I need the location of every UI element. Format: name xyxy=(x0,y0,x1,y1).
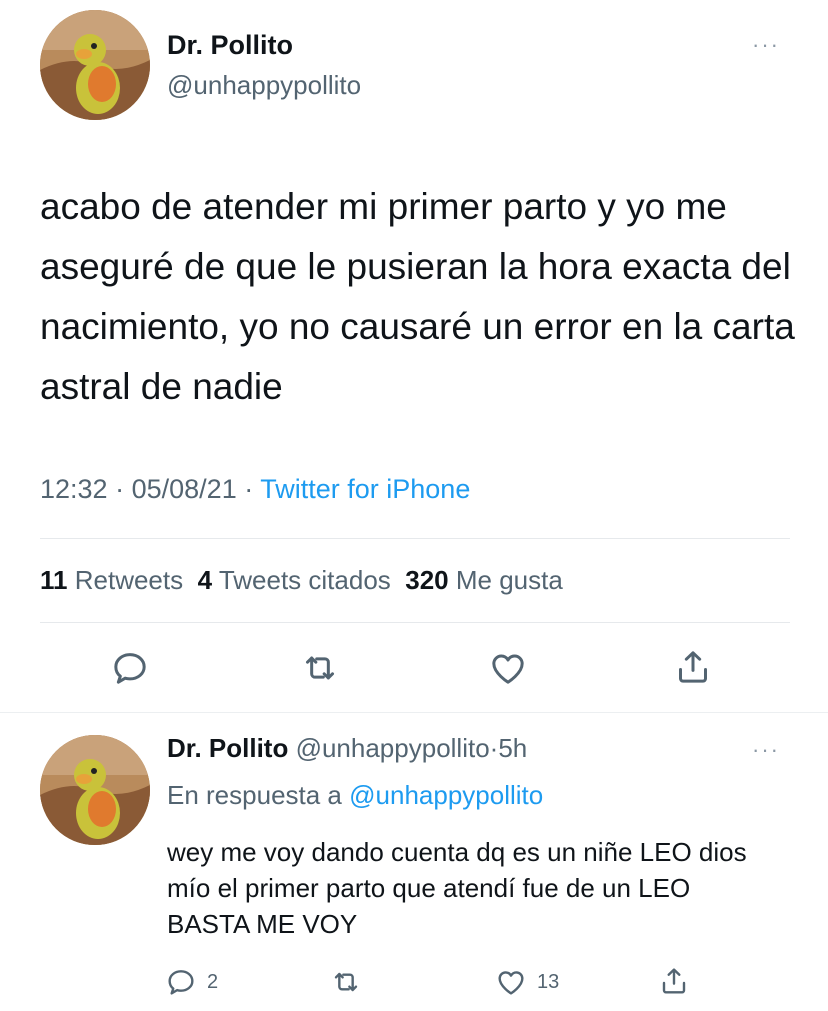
retweet-icon xyxy=(334,972,358,992)
replying-to-label: En respuesta a xyxy=(167,780,342,810)
reply-share-button[interactable] xyxy=(658,964,690,998)
retweets-count: 11 xyxy=(40,565,68,595)
reply-like-button[interactable]: 13 xyxy=(495,966,559,998)
divider xyxy=(40,622,790,623)
retweets-label: Retweets xyxy=(74,565,184,595)
reply-header: Dr. Pollito @unhappypollito·5h xyxy=(167,733,527,764)
quotes-count: 4 xyxy=(197,565,213,595)
likes-stat[interactable]: 320 Me gusta xyxy=(405,565,563,595)
quotes-label: Tweets citados xyxy=(218,565,391,595)
handle[interactable]: @unhappypollito xyxy=(167,70,361,101)
avatar-image xyxy=(40,10,150,120)
like-icon xyxy=(498,971,524,995)
tweet-stats: 11 Retweets 4 Tweets citados 320 Me gust… xyxy=(40,565,563,596)
retweet-icon xyxy=(306,656,334,680)
share-button[interactable] xyxy=(673,646,713,688)
retweets-stat[interactable]: 11 Retweets xyxy=(40,565,183,595)
tweet-meta: 12:32 · 05/08/21 · Twitter for iPhone xyxy=(40,474,470,505)
meta-separator: · xyxy=(244,474,254,504)
share-icon xyxy=(679,651,707,683)
share-icon xyxy=(662,968,686,994)
likes-label: Me gusta xyxy=(455,565,563,595)
reply-button[interactable] xyxy=(110,648,150,688)
reply-handle[interactable]: @unhappypollito xyxy=(296,733,490,763)
divider xyxy=(40,538,790,539)
likes-count: 320 xyxy=(405,565,449,595)
tweet-time[interactable]: 12:32 xyxy=(40,474,108,504)
like-count: 13 xyxy=(537,970,560,993)
quotes-stat[interactable]: 4 Tweets citados xyxy=(198,565,391,595)
reply-count: 2 xyxy=(207,970,219,993)
reply-time[interactable]: 5h xyxy=(498,733,527,763)
tweet-source[interactable]: Twitter for iPhone xyxy=(260,474,470,504)
replying-to: En respuesta a @unhappypollito xyxy=(167,780,543,811)
reply-icon xyxy=(168,970,194,995)
meta-separator: · xyxy=(115,474,125,504)
reply-retweet-button[interactable] xyxy=(330,966,362,998)
avatar[interactable] xyxy=(40,10,150,120)
reply-display-name[interactable]: Dr. Pollito xyxy=(167,733,288,763)
reply-icon xyxy=(114,653,146,684)
like-icon xyxy=(492,654,524,684)
reply-reply-button[interactable]: 2 xyxy=(165,966,218,998)
reply-more-options-icon[interactable]: ··· xyxy=(752,737,780,763)
more-options-icon[interactable]: ··· xyxy=(752,32,780,58)
replying-to-handle[interactable]: @unhappypollito xyxy=(349,780,543,810)
tweet-text: acabo de atender mi primer parto y yo me… xyxy=(40,186,795,407)
avatar-image xyxy=(40,735,150,845)
tweet-date[interactable]: 05/08/21 xyxy=(132,474,237,504)
reply-avatar[interactable] xyxy=(40,735,150,845)
reply-text: wey me voy dando cuenta dq es un niñe LE… xyxy=(167,837,747,939)
display-name[interactable]: Dr. Pollito xyxy=(167,30,293,61)
retweet-button[interactable] xyxy=(300,648,340,688)
like-button[interactable] xyxy=(488,648,528,688)
divider xyxy=(0,712,828,713)
